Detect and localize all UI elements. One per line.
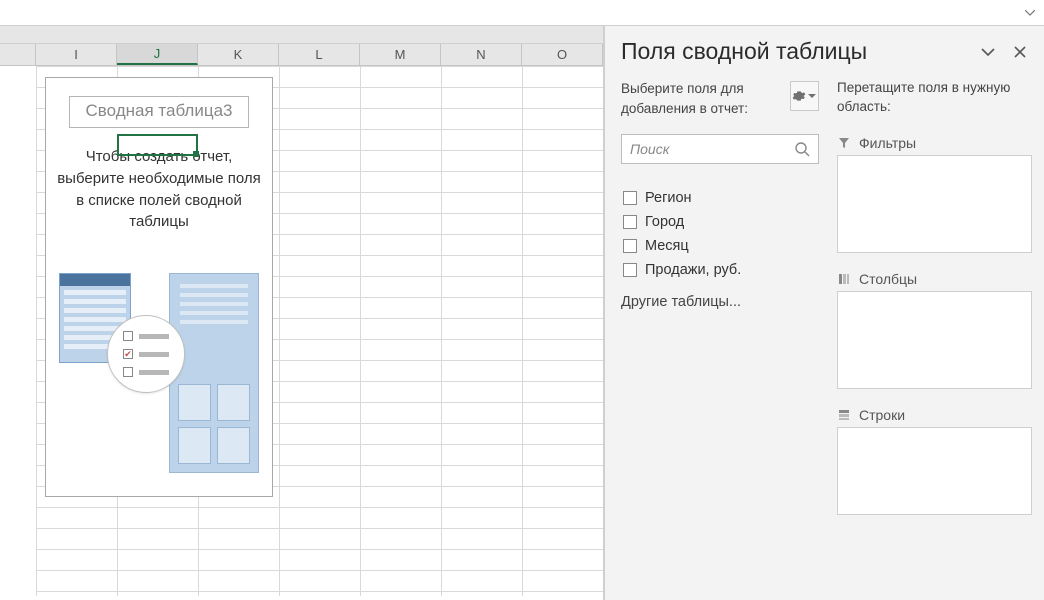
- filters-label: Фильтры: [859, 135, 916, 151]
- column-header[interactable]: J: [117, 44, 198, 65]
- pane-title: Поля сводной таблицы: [621, 38, 867, 65]
- field-item[interactable]: Регион: [621, 186, 819, 210]
- pane-close-button[interactable]: [1008, 40, 1032, 64]
- columns-label: Столбцы: [859, 271, 917, 287]
- chevron-down-icon: [808, 94, 816, 99]
- column-header[interactable]: N: [441, 44, 522, 65]
- pivot-fields-pane: Поля сводной таблицы Выберите поля для д…: [604, 26, 1044, 600]
- filters-dropzone[interactable]: Фильтры: [837, 135, 1032, 253]
- rows-dropzone[interactable]: Строки: [837, 407, 1032, 515]
- field-checkbox[interactable]: [623, 239, 637, 253]
- field-label: Продажи, руб.: [645, 262, 741, 278]
- pivot-placeholder-title: Сводная таблица3: [69, 96, 250, 128]
- search-icon: [794, 141, 810, 157]
- column-header[interactable]: L: [279, 44, 360, 65]
- pane-collapse-button[interactable]: [976, 40, 1000, 64]
- field-label: Регион: [645, 190, 692, 206]
- column-header[interactable]: I: [36, 44, 117, 65]
- rows-icon: [837, 409, 851, 421]
- field-label: Город: [645, 214, 684, 230]
- funnel-icon: [837, 137, 851, 149]
- formula-bar-expand-button[interactable]: [1020, 0, 1040, 25]
- column-header[interactable]: M: [360, 44, 441, 65]
- pivot-placeholder-illustration: ✔: [59, 273, 259, 473]
- field-item[interactable]: Город: [621, 210, 819, 234]
- gear-icon: [792, 89, 806, 103]
- field-item[interactable]: Продажи, руб.: [621, 258, 819, 282]
- pivot-placeholder-hint: Чтобы создать отчет, выберите необходимы…: [54, 146, 264, 233]
- spreadsheet-area[interactable]: IJKLMNO Сводная таблица3 Чтобы создать о…: [0, 26, 604, 600]
- rows-label: Строки: [859, 407, 905, 423]
- cell-grid[interactable]: Сводная таблица3 Чтобы создать отчет, вы…: [0, 66, 603, 596]
- formula-bar: [0, 0, 1044, 26]
- column-header[interactable]: K: [198, 44, 279, 65]
- columns-icon: [837, 273, 851, 285]
- field-checkbox[interactable]: [623, 263, 637, 277]
- other-tables-link[interactable]: Другие таблицы...: [621, 294, 819, 310]
- field-checkbox[interactable]: [623, 215, 637, 229]
- drag-hint: Перетащите поля в нужную область:: [837, 79, 1032, 117]
- field-checkbox[interactable]: [623, 191, 637, 205]
- pane-tools-button[interactable]: [790, 81, 819, 111]
- column-header[interactable]: O: [522, 44, 603, 65]
- column-headers: IJKLMNO: [0, 44, 603, 66]
- pivot-table-placeholder[interactable]: Сводная таблица3 Чтобы создать отчет, вы…: [46, 78, 272, 496]
- columns-dropzone[interactable]: Столбцы: [837, 271, 1032, 389]
- field-label: Месяц: [645, 238, 689, 254]
- field-search-input[interactable]: Поиск: [621, 134, 819, 164]
- choose-fields-instruction: Выберите поля для добавления в отчет:: [621, 79, 784, 118]
- field-list: Регион Город Месяц Продажи, руб. Другие табл…: [621, 176, 819, 592]
- search-placeholder: Поиск: [630, 141, 794, 157]
- field-item[interactable]: Месяц: [621, 234, 819, 258]
- select-all-corner[interactable]: [0, 44, 36, 65]
